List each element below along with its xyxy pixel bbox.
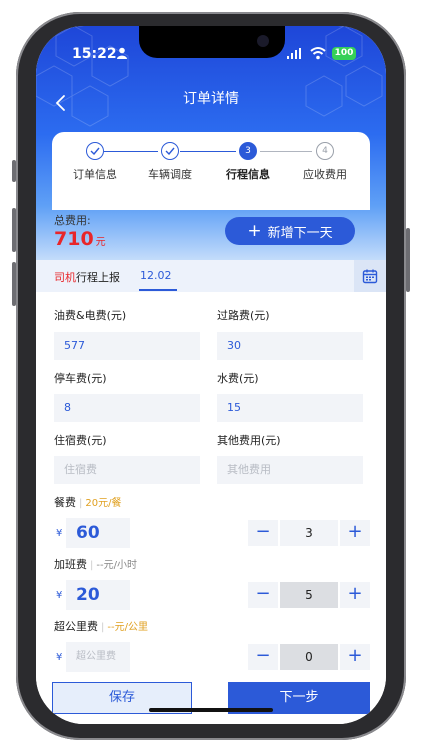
check-icon <box>161 142 179 160</box>
meal-minus-button[interactable]: − <box>248 520 278 546</box>
fuel-fee-input[interactable]: 577 <box>54 332 200 360</box>
app-screen: 15:22 100 订单详情 订单信息 车辆调度 3 行程信息 4 应收费用 总… <box>36 26 386 724</box>
overtime-minus-button[interactable]: − <box>248 582 278 608</box>
other-fee-label: 其他费用(元) <box>217 434 281 447</box>
camera-notch <box>139 26 285 58</box>
total-amount: 710 <box>54 228 94 250</box>
plus-icon: + <box>247 221 262 241</box>
meal-fee-label: 餐费 <box>54 496 76 509</box>
bottom-action-bar: 保存 下一步 <box>36 674 386 724</box>
check-icon <box>86 142 104 160</box>
tab-underline <box>139 289 177 291</box>
home-indicator[interactable] <box>149 708 273 712</box>
mileage-currency: ¥ <box>56 652 63 663</box>
step-vehicle-dispatch[interactable]: 车辆调度 <box>135 142 205 182</box>
side-button-volume-up <box>12 208 16 252</box>
mileage-fee-row-label: 超公里费 | --元/公里 <box>54 620 148 633</box>
meal-qty-stepper: − 3 + <box>248 520 370 546</box>
step-receivable-fees[interactable]: 4 应收费用 <box>290 142 360 182</box>
mileage-minus-button[interactable]: − <box>248 644 278 670</box>
overtime-qty-value[interactable]: 5 <box>280 582 338 608</box>
side-button-power <box>406 228 410 292</box>
total-unit: 元 <box>95 237 106 248</box>
meal-currency: ¥ <box>56 528 63 539</box>
mileage-price-input[interactable]: 超公里费 <box>66 642 130 672</box>
progress-steps-card: 订单信息 车辆调度 3 行程信息 4 应收费用 <box>52 132 370 210</box>
fuel-fee-label: 油费&电费(元) <box>54 309 127 322</box>
toll-fee-label: 过路费(元) <box>217 309 270 322</box>
mileage-fee-label: 超公里费 <box>54 620 98 633</box>
overtime-fee-row-label: 加班费 | --元/小时 <box>54 558 137 571</box>
tab-driver-report[interactable]: 司机行程上报 <box>54 269 120 285</box>
step-number: 4 <box>316 142 334 160</box>
meal-fee-row-label: 餐费 | 20元/餐 <box>54 496 122 509</box>
other-fee-input[interactable]: 其他费用 <box>217 456 363 484</box>
mileage-qty-value[interactable]: 0 <box>280 644 338 670</box>
meal-price-input[interactable]: 60 <box>66 518 130 548</box>
step-label: 行程信息 <box>226 168 270 181</box>
meal-plus-button[interactable]: + <box>340 520 370 546</box>
add-next-day-label: 新增下一天 <box>267 225 333 241</box>
step-label: 应收费用 <box>303 168 347 181</box>
parking-fee-input[interactable]: 8 <box>54 394 200 422</box>
trip-tab-bar: 司机行程上报 12.02 <box>36 260 386 292</box>
step-label: 车辆调度 <box>148 168 192 181</box>
add-next-day-button[interactable]: + 新增下一天 <box>225 217 355 245</box>
tab-date[interactable]: 12.02 <box>140 269 172 282</box>
overtime-price-input[interactable]: 20 <box>66 580 130 610</box>
overtime-currency: ¥ <box>56 590 63 601</box>
total-fee-label: 总费用: <box>54 214 91 227</box>
toll-fee-input[interactable]: 30 <box>217 332 363 360</box>
overtime-plus-button[interactable]: + <box>340 582 370 608</box>
mileage-plus-button[interactable]: + <box>340 644 370 670</box>
meal-qty-value[interactable]: 3 <box>280 520 338 546</box>
front-camera <box>257 35 269 47</box>
step-number: 3 <box>239 142 257 160</box>
side-button-mute <box>12 160 16 182</box>
mileage-qty-stepper: − 0 + <box>248 644 370 670</box>
driver-report-label: 行程上报 <box>76 271 120 284</box>
lodging-fee-label: 住宿费(元) <box>54 434 107 447</box>
meal-rate: 20元/餐 <box>85 498 122 509</box>
page-title: 订单详情 <box>183 91 239 107</box>
overtime-qty-stepper: − 5 + <box>248 582 370 608</box>
mileage-rate: --元/公里 <box>107 622 148 633</box>
overtime-rate: --元/小时 <box>96 560 137 571</box>
status-time: 15:22 <box>72 46 117 62</box>
step-label: 订单信息 <box>73 168 117 181</box>
water-fee-label: 水费(元) <box>217 372 259 385</box>
total-fee-value: 710 元 <box>54 228 106 250</box>
parking-fee-label: 停车费(元) <box>54 372 107 385</box>
calendar-button[interactable] <box>354 260 386 292</box>
lodging-fee-input[interactable]: 住宿费 <box>54 456 200 484</box>
person-icon <box>117 47 127 59</box>
calendar-icon <box>362 269 378 284</box>
overtime-fee-label: 加班费 <box>54 558 87 571</box>
wifi-icon <box>310 47 326 60</box>
water-fee-input[interactable]: 15 <box>217 394 363 422</box>
step-trip-info[interactable]: 3 行程信息 <box>213 142 283 182</box>
driver-highlight: 司机 <box>54 271 76 284</box>
signal-icon <box>287 48 301 59</box>
side-button-volume-down <box>12 262 16 306</box>
step-order-info[interactable]: 订单信息 <box>60 142 130 182</box>
battery-indicator: 100 <box>332 47 356 60</box>
